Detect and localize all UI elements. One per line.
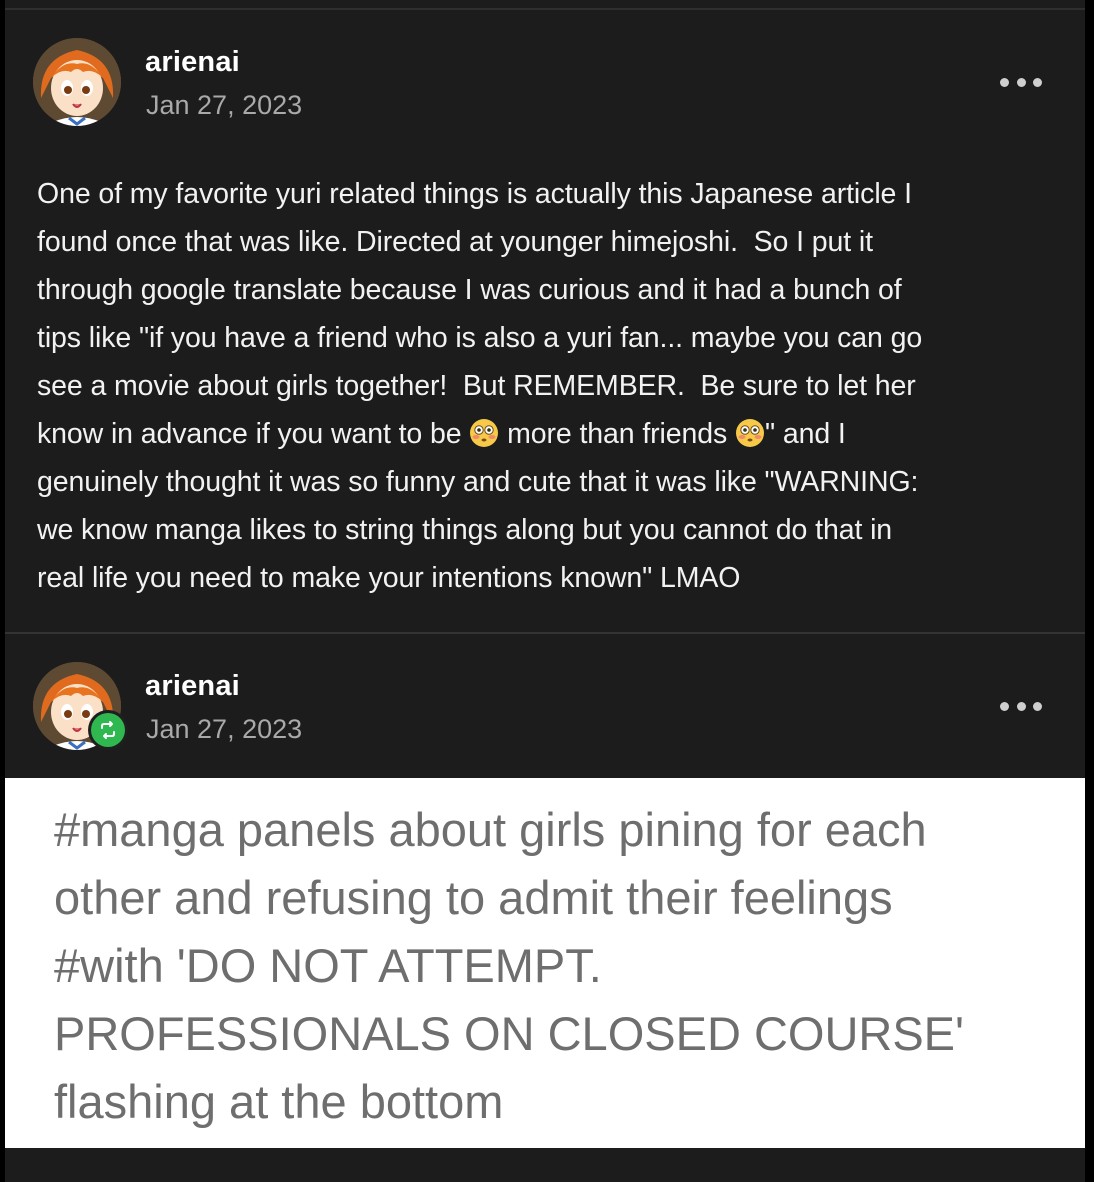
post-body-part2: more than friends — [499, 418, 736, 450]
anime-girl-avatar-icon — [33, 38, 121, 126]
post-date[interactable]: Jan 27, 2023 — [146, 90, 302, 121]
reblog-username[interactable]: arienai — [145, 670, 240, 703]
more-options-icon[interactable] — [1000, 75, 1042, 89]
avatar[interactable] — [33, 38, 121, 126]
post-body-part1: One of my favorite yuri related things i… — [37, 178, 923, 450]
flushed-face-icon — [736, 419, 765, 447]
flushed-face-icon — [470, 419, 499, 447]
post-body-text: One of my favorite yuri related things i… — [37, 170, 1067, 602]
reblog-icon — [101, 721, 115, 739]
reblog-date[interactable]: Jan 27, 2023 — [146, 714, 302, 745]
dashboard-frame: arienai Jan 27, 2023 One of my favorite … — [5, 0, 1085, 1182]
reblog-badge — [88, 710, 128, 750]
post-divider — [5, 632, 1085, 634]
top-divider — [5, 8, 1085, 10]
more-options-icon[interactable] — [1000, 699, 1042, 713]
post-username[interactable]: arienai — [145, 46, 240, 79]
reblog-header: arienai Jan 27, 2023 — [5, 654, 1085, 764]
tags-text: #manga panels about girls pining for eac… — [54, 803, 965, 1128]
post-header: arienai Jan 27, 2023 — [5, 30, 1085, 140]
tags-image: #manga panels about girls pining for eac… — [5, 778, 1085, 1148]
